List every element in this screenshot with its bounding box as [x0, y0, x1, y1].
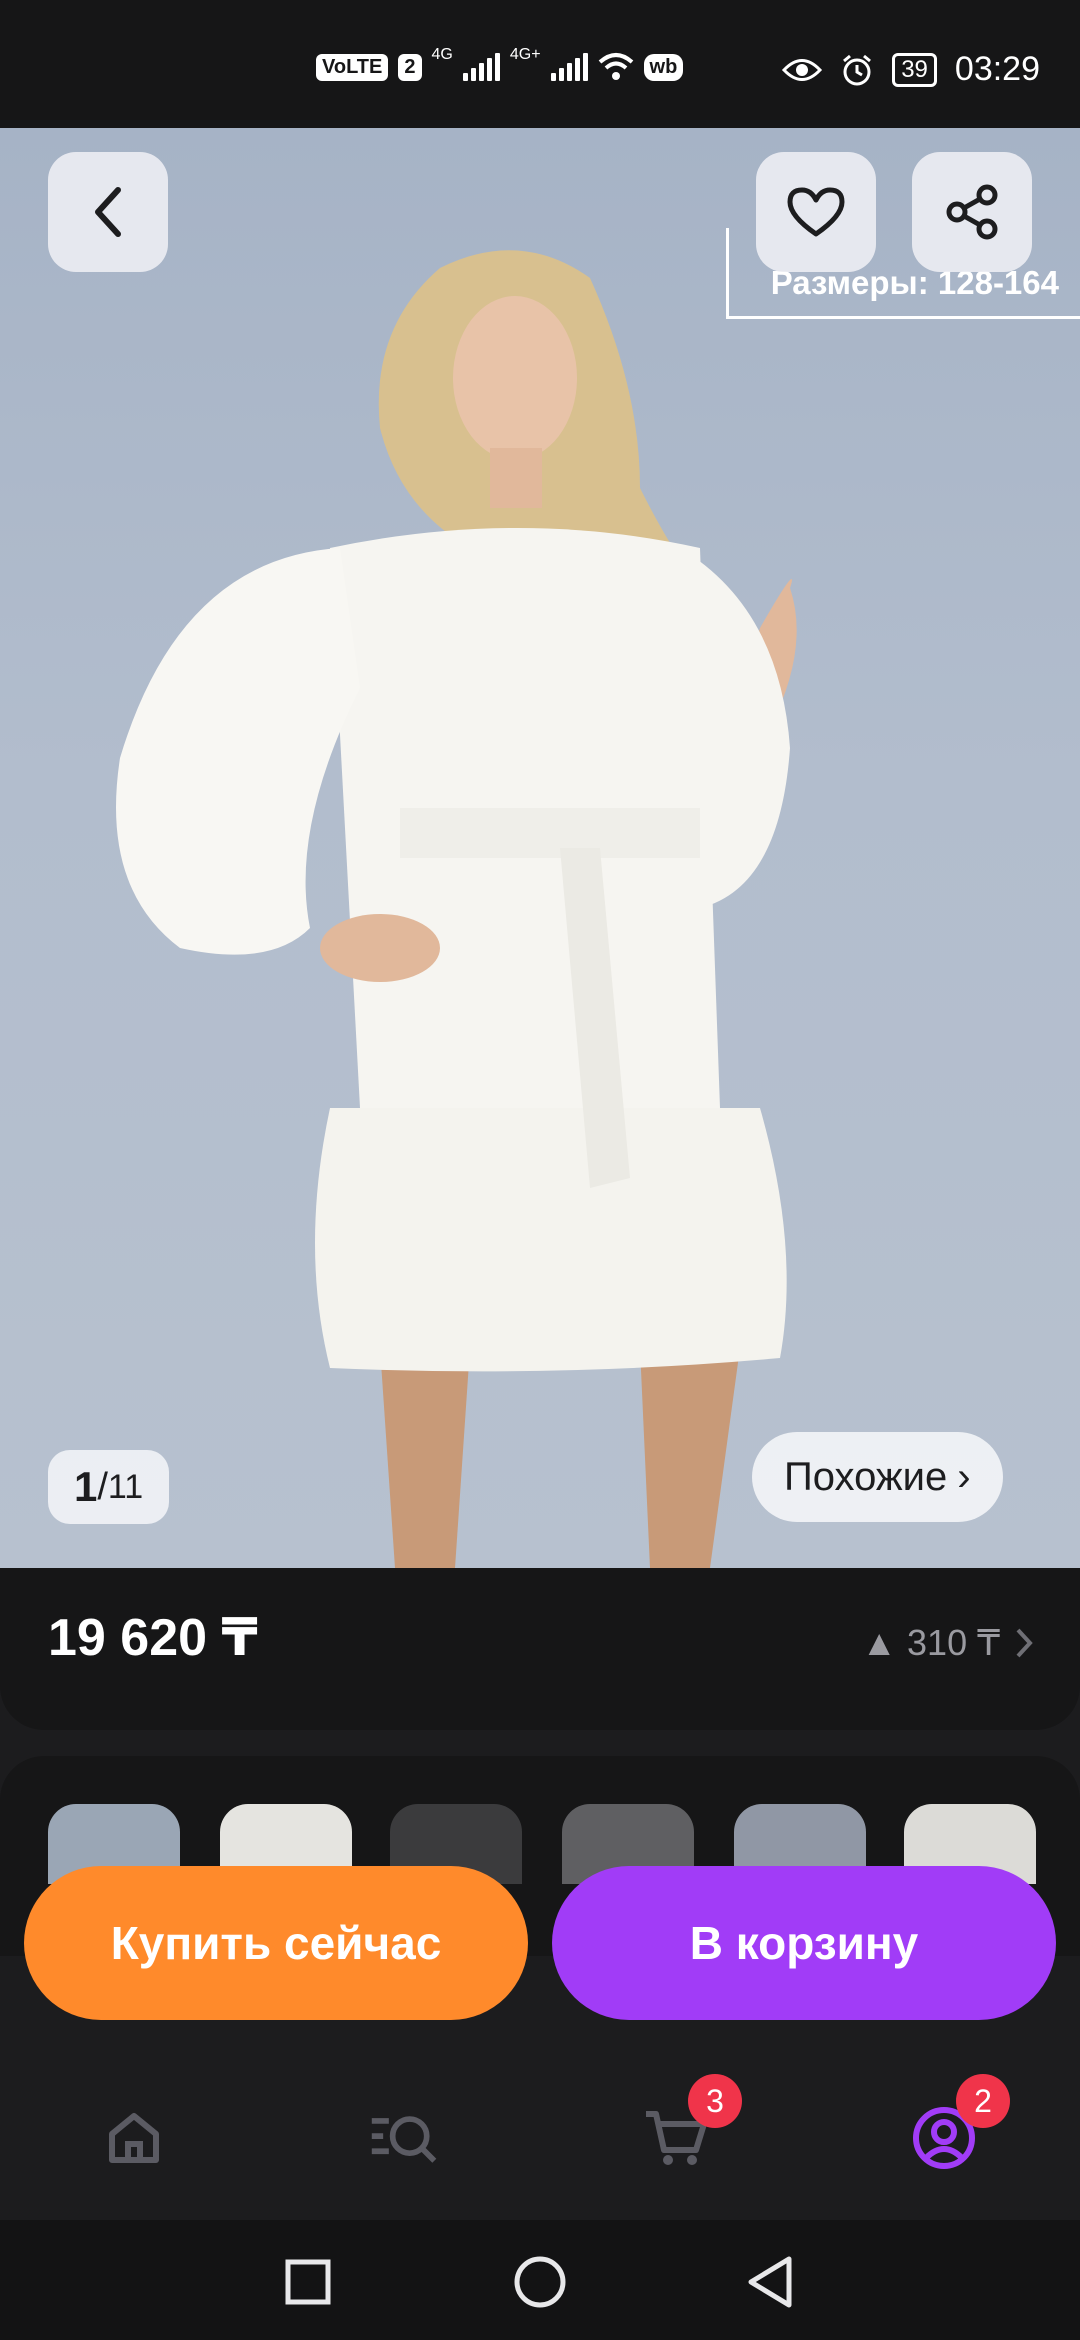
price-change[interactable]: ▲ 310 ₸ — [861, 1622, 1034, 1664]
chevron-right-icon — [1016, 1628, 1033, 1658]
system-navigation-bar — [0, 2220, 1080, 2340]
image-counter: 1 / 11 — [48, 1450, 170, 1524]
home-system-button[interactable] — [512, 2254, 568, 2310]
chevron-left-icon — [95, 187, 121, 237]
tab-catalog[interactable] — [368, 2102, 440, 2174]
back-system-button[interactable] — [742, 2254, 798, 2310]
status-bar: VoLTE 2 4G 4G+ wb 39 03:29 — [0, 0, 1080, 128]
share-button[interactable] — [912, 152, 1032, 272]
favorite-button[interactable] — [756, 152, 876, 272]
sim-indicator: 2 — [398, 53, 422, 81]
status-right: 39 03:29 — [782, 50, 1040, 89]
wb-icon: wb — [643, 53, 684, 81]
square-icon — [285, 2259, 331, 2305]
eye-icon — [782, 58, 823, 81]
alarm-icon — [843, 54, 872, 85]
add-to-cart-button[interactable]: В корзину — [552, 1866, 1056, 2020]
battery-indicator: 39 — [892, 52, 937, 87]
counter-total: 11 — [107, 1467, 144, 1506]
heart-icon — [787, 187, 845, 237]
catalog-search-icon — [371, 2116, 437, 2163]
tab-profile[interactable]: 2 — [908, 2074, 1010, 2174]
cart-badge: 3 — [688, 2074, 742, 2128]
tab-home[interactable] — [98, 2102, 170, 2174]
signal-icon-2 — [550, 53, 588, 81]
network-type-1: 4G — [431, 46, 453, 63]
recents-button[interactable] — [280, 2254, 336, 2310]
buy-now-button[interactable]: Купить сейчас — [24, 1866, 528, 2020]
status-left: VoLTE 2 4G 4G+ wb — [316, 46, 684, 82]
triangle-back-icon — [748, 2256, 792, 2308]
share-icon — [946, 184, 998, 240]
product-gallery[interactable]: Размеры: 128-164 1 / 11 Похожие › — [0, 128, 1080, 1568]
product-price: 19 620 ₸ — [48, 1609, 258, 1667]
counter-current: 1 — [74, 1463, 98, 1510]
signal-icon — [462, 53, 500, 81]
back-button[interactable] — [48, 152, 168, 272]
tab-cart[interactable]: 3 — [640, 2074, 742, 2174]
similar-label: Похожие — [784, 1454, 948, 1499]
similar-button[interactable]: Похожие › — [752, 1432, 1003, 1522]
volte-indicator: VoLTE — [316, 53, 389, 81]
clock: 03:29 — [954, 50, 1040, 88]
home-icon — [109, 2113, 159, 2163]
chevron-right-icon: › — [957, 1454, 971, 1499]
profile-badge: 2 — [956, 2074, 1010, 2128]
counter-separator: / — [97, 1465, 108, 1508]
wifi-icon — [598, 53, 633, 80]
price-card[interactable]: 19 620 ₸ ▲ 310 ₸ — [0, 1568, 1080, 1730]
product-photo — [116, 250, 797, 1568]
bottom-tab-bar: 3 2 — [0, 2040, 1080, 2220]
price-change-label: ▲ 310 ₸ — [861, 1622, 1000, 1663]
circle-icon — [514, 2256, 566, 2308]
network-type-2: 4G+ — [509, 46, 541, 63]
